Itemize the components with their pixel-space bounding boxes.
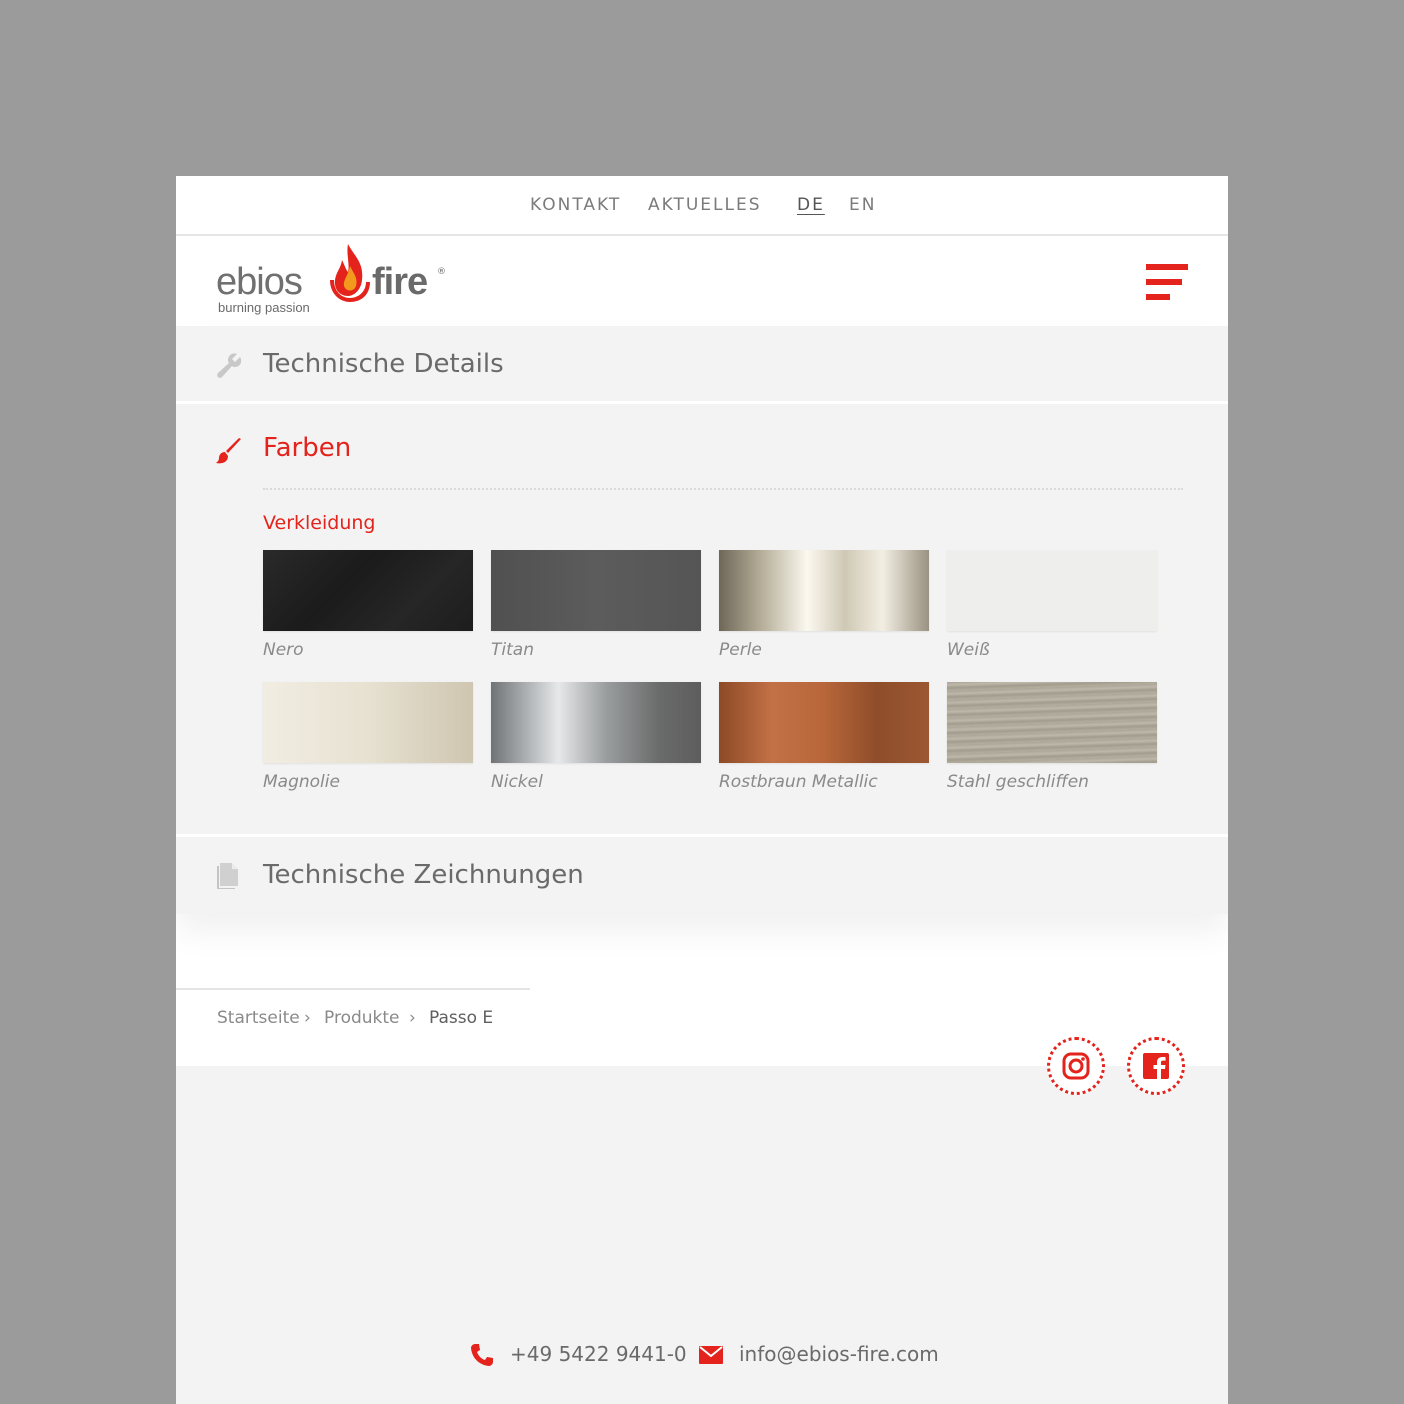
footer-email[interactable]: info@ebios-fire.com: [739, 1342, 939, 1366]
swatch-label-perle: Perle: [719, 640, 762, 660]
swatch-perle[interactable]: [719, 550, 929, 631]
swatch-label-weiss: Weiß: [947, 640, 990, 660]
accordion-title-technische-zeichnungen: Technische Zeichnungen: [263, 860, 584, 890]
swatch-nero[interactable]: [263, 550, 473, 631]
swatch-label-stahl-geschliffen: Stahl geschliffen: [947, 772, 1089, 792]
instagram-button[interactable]: [1047, 1037, 1105, 1095]
accordion-technische-zeichnungen[interactable]: Technische Zeichnungen: [176, 837, 1228, 914]
flame-logo-icon: [330, 244, 370, 302]
accordion-title-farben[interactable]: Farben: [263, 432, 351, 464]
paintbrush-icon: [216, 438, 241, 464]
phone-icon: [471, 1344, 493, 1366]
logo-tagline: burning passion: [218, 300, 310, 315]
nav-link-aktuelles[interactable]: AKTUELLES: [648, 195, 762, 215]
language-en-link[interactable]: EN: [849, 195, 876, 215]
swatch-weiss[interactable]: [947, 550, 1157, 631]
page: KONTAKT AKTUELLES DE EN ebios fire ® bur…: [176, 176, 1228, 1404]
envelope-icon: [699, 1346, 723, 1364]
product-accordion: Technische Details Farben Verkleidung Ne…: [176, 326, 1228, 914]
swatch-magnolie[interactable]: [263, 682, 473, 763]
swatch-titan[interactable]: [491, 550, 701, 631]
swatch-label-titan: Titan: [491, 640, 534, 660]
document-icon: [217, 863, 238, 889]
logo-registered-mark: ®: [437, 267, 446, 277]
facebook-button[interactable]: [1127, 1037, 1185, 1095]
swatch-label-nickel: Nickel: [491, 772, 543, 792]
hamburger-menu-icon[interactable]: [1146, 262, 1188, 302]
brand-logo[interactable]: ebios fire ® burning passion: [216, 240, 456, 320]
footer-phone[interactable]: +49 5422 9441-0: [510, 1342, 687, 1366]
swatch-nickel[interactable]: [491, 682, 701, 763]
swatch-label-rostbraun-metallic: Rostbraun Metallic: [719, 772, 878, 792]
section-title-verkleidung: Verkleidung: [263, 512, 376, 534]
site-footer: +49 5422 9441-0 info@ebios-fire.com: [176, 1066, 1228, 1404]
language-de-link[interactable]: DE: [797, 195, 825, 215]
facebook-icon: [1143, 1053, 1169, 1080]
swatch-label-magnolie: Magnolie: [263, 772, 340, 792]
site-header: ebios fire ® burning passion: [176, 236, 1228, 326]
breadcrumb-link-startseite[interactable]: Startseite: [217, 1008, 300, 1028]
breadcrumb-separator: ›: [304, 1008, 311, 1028]
top-nav: KONTAKT AKTUELLES DE EN: [176, 176, 1228, 236]
breadcrumb-divider: [176, 988, 530, 990]
swatch-stahl-geschliffen[interactable]: [947, 682, 1157, 763]
breadcrumb-link-produkte[interactable]: Produkte: [324, 1008, 400, 1028]
logo-word-ebios: ebios: [216, 261, 303, 303]
dotted-divider: [263, 488, 1183, 490]
wrench-icon: [217, 353, 242, 378]
breadcrumb-current: Passo E: [429, 1008, 494, 1028]
accordion-farben: Farben Verkleidung Nero Titan Perle Weiß…: [176, 404, 1228, 834]
accordion-title-technische-details: Technische Details: [263, 349, 504, 379]
swatch-rostbraun-metallic[interactable]: [719, 682, 929, 763]
breadcrumb-separator: ›: [409, 1008, 416, 1028]
logo-word-fire: fire: [372, 261, 428, 303]
accordion-technische-details[interactable]: Technische Details: [176, 326, 1228, 402]
nav-link-kontakt[interactable]: KONTAKT: [530, 195, 621, 215]
swatch-label-nero: Nero: [263, 640, 304, 660]
instagram-icon: [1062, 1052, 1090, 1080]
